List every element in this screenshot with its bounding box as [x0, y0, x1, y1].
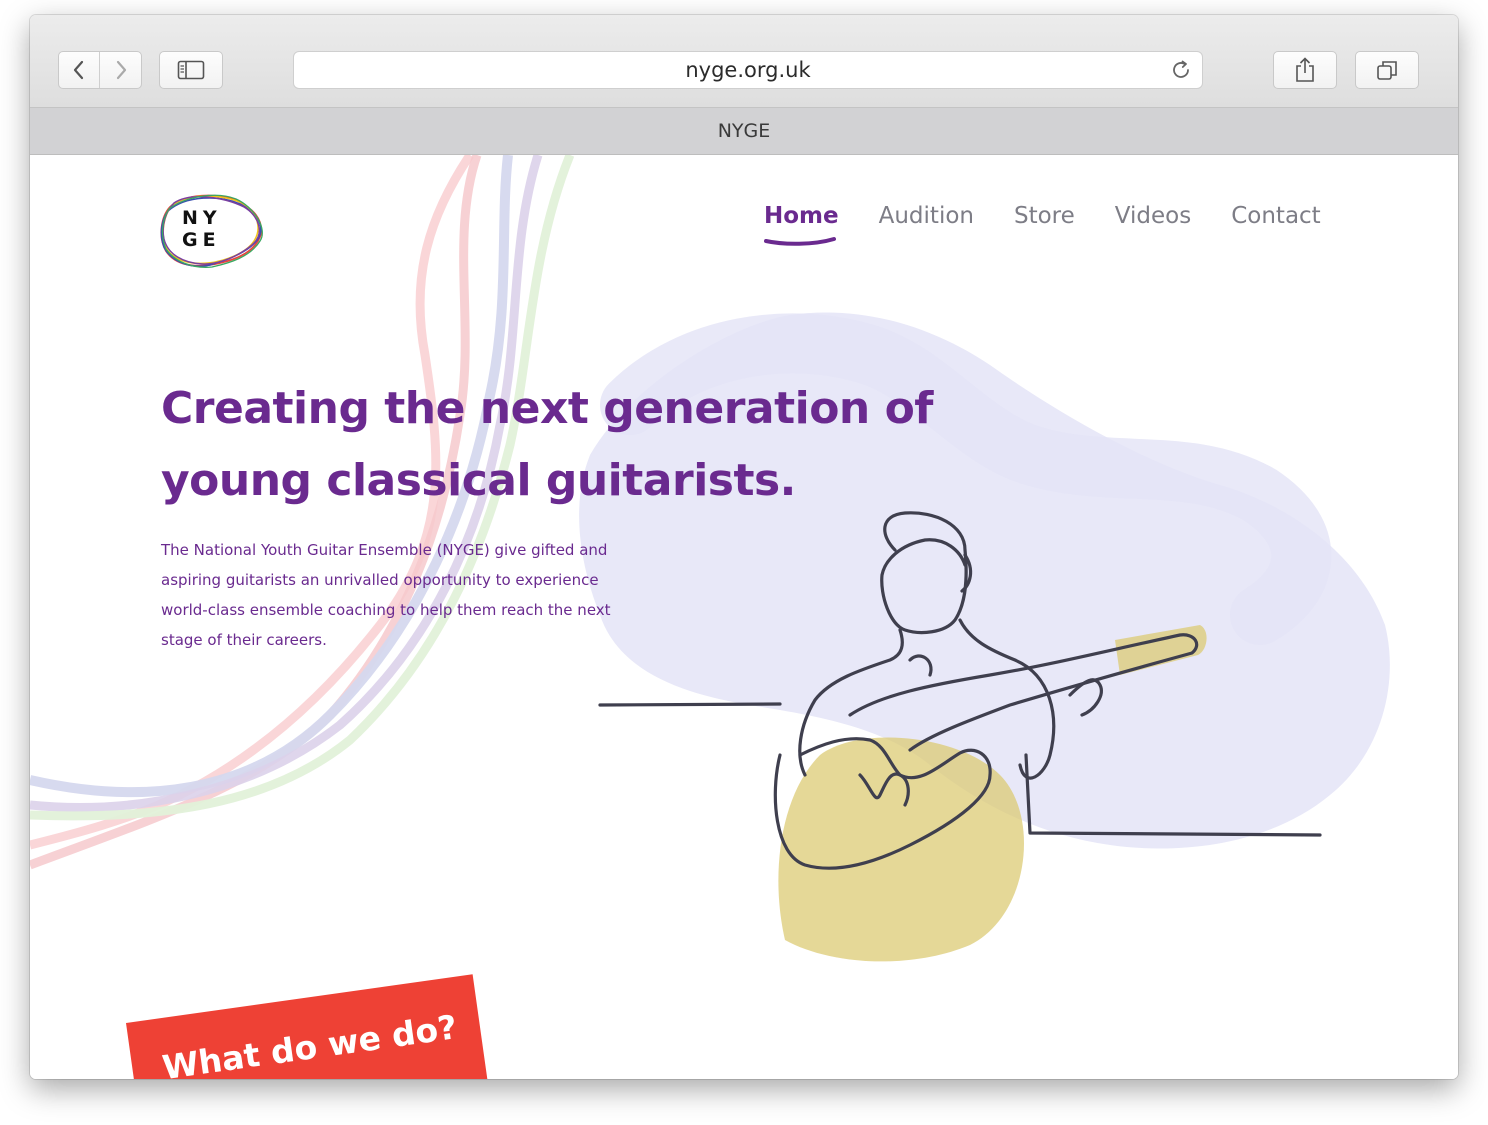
- nav-store[interactable]: Store: [1014, 203, 1075, 243]
- tabs-button[interactable]: [1355, 51, 1419, 89]
- nyge-logo[interactable]: NY GE: [158, 189, 270, 277]
- tab-bar: NYGE: [30, 108, 1458, 155]
- hero-headline: Creating the next generation of young cl…: [161, 383, 933, 506]
- share-icon: [1296, 57, 1314, 82]
- page-content: NY GE Home Audition Store Videos Contact…: [30, 155, 1458, 1079]
- nav-active-underline: [764, 237, 836, 246]
- what-we-do-label: What do we do?: [159, 1007, 460, 1079]
- reload-icon[interactable]: [1170, 59, 1192, 81]
- forward-arrow-icon: [116, 60, 126, 80]
- share-button[interactable]: [1273, 51, 1337, 89]
- nav-videos[interactable]: Videos: [1115, 203, 1191, 243]
- history-nav: [58, 51, 142, 89]
- logo-text: NY GE: [182, 207, 222, 251]
- tabs-icon: [1377, 61, 1397, 80]
- nav-contact[interactable]: Contact: [1231, 203, 1320, 243]
- tab-title[interactable]: NYGE: [718, 120, 771, 142]
- sidebar-icon: [177, 60, 205, 80]
- browser-toolbar: nyge.org.uk: [30, 15, 1458, 108]
- back-arrow-icon: [73, 60, 84, 80]
- hero-intro: The National Youth Guitar Ensemble (NYGE…: [161, 541, 611, 649]
- nav-audition[interactable]: Audition: [879, 203, 974, 243]
- sidebar-button[interactable]: [159, 51, 223, 89]
- url-text: nyge.org.uk: [685, 58, 811, 82]
- browser-window: nyge.org.uk NYGE NY GE Home Audition Sto…: [30, 15, 1458, 1079]
- main-nav: Home Audition Store Videos Contact: [764, 203, 1361, 243]
- back-button[interactable]: [59, 52, 101, 88]
- address-bar[interactable]: nyge.org.uk: [293, 51, 1203, 89]
- forward-button[interactable]: [100, 52, 141, 88]
